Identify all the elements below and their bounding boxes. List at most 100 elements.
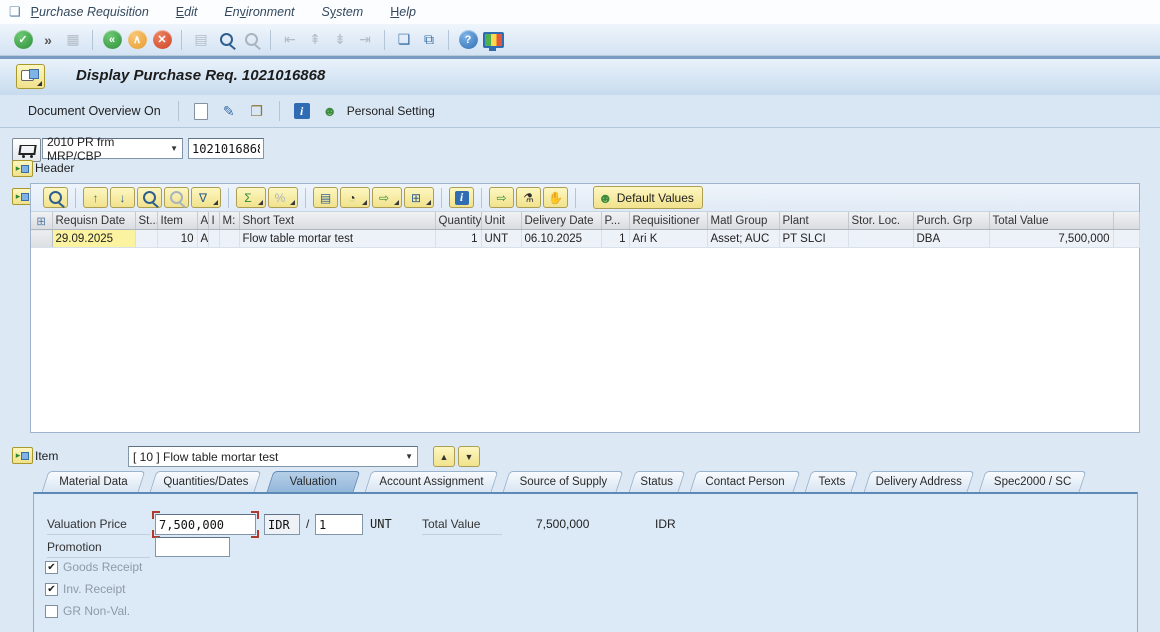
exit-button[interactable]: ∧ <box>126 29 148 51</box>
cell-i[interactable] <box>208 230 219 248</box>
layout-button[interactable]: ⊞ <box>404 187 434 208</box>
col-short-text[interactable]: Short Text <box>239 212 435 230</box>
item-expand-icon[interactable] <box>12 447 33 464</box>
save-icon[interactable]: ▦ <box>62 29 84 51</box>
tab-status[interactable]: Status <box>632 471 682 492</box>
cell-short-text[interactable]: Flow table mortar test <box>239 230 435 248</box>
currency-field[interactable] <box>264 514 300 535</box>
previous-page-icon[interactable]: ⇞ <box>304 29 326 51</box>
cell-unit[interactable]: UNT <box>481 230 521 248</box>
views-button[interactable]: ◔ <box>340 187 370 208</box>
col-a[interactable]: A <box>197 212 208 230</box>
document-number-field[interactable] <box>188 138 264 159</box>
find-next-button[interactable] <box>164 187 189 208</box>
item-dropdown[interactable]: [ 10 ] Flow table mortar test ▼ <box>128 446 418 467</box>
col-status[interactable]: St... <box>135 212 157 230</box>
col-stor-loc[interactable]: Stor. Loc. <box>848 212 913 230</box>
col-quantity[interactable]: Quantity <box>435 212 481 230</box>
tab-source-of-supply[interactable]: Source of Supply <box>506 471 620 492</box>
col-purch-grp[interactable]: Purch. Grp <box>913 212 989 230</box>
menu-system[interactable]: System <box>322 5 364 19</box>
cancel-button[interactable]: ✕ <box>151 29 173 51</box>
sort-ascending-button[interactable]: ↑ <box>83 187 108 208</box>
find-icon[interactable] <box>215 29 237 51</box>
export-button[interactable]: ⇨ <box>372 187 402 208</box>
goods-receipt-checkbox[interactable]: ✔ <box>45 561 58 574</box>
default-values-button[interactable]: ☻ Default Values <box>593 186 703 209</box>
col-unit[interactable]: Unit <box>481 212 521 230</box>
display-change-icon[interactable]: ✎ <box>218 100 240 122</box>
col-m[interactable]: M: <box>219 212 239 230</box>
details-button[interactable] <box>43 187 68 208</box>
new-session-icon[interactable]: ❏ <box>393 29 415 51</box>
window-control-icon[interactable]: ❏ <box>9 4 21 20</box>
print-icon[interactable]: ▤ <box>190 29 212 51</box>
document-type-dropdown[interactable]: 2010 PR frm MRP/CBP ▼ <box>42 138 183 159</box>
header-expand-icon[interactable] <box>12 160 33 177</box>
sort-descending-button[interactable]: ↓ <box>110 187 135 208</box>
row-select-cell[interactable] <box>31 230 52 248</box>
col-total-value[interactable]: Total Value <box>989 212 1113 230</box>
last-page-icon[interactable]: ⇥ <box>354 29 376 51</box>
col-delivery-date[interactable]: Delivery Date <box>521 212 601 230</box>
find-button[interactable] <box>137 187 162 208</box>
document-overview-button[interactable]: Document Overview On <box>28 104 161 118</box>
more-options-icon[interactable]: » <box>37 29 59 51</box>
grid-info-button[interactable]: i <box>449 187 474 208</box>
cell-total-value[interactable]: 7,500,000 <box>989 230 1113 248</box>
copy-icon[interactable]: ❐ <box>246 100 268 122</box>
tab-texts[interactable]: Texts <box>808 471 855 492</box>
cell-a[interactable]: A <box>197 230 208 248</box>
back-button[interactable]: « <box>101 29 123 51</box>
promotion-field[interactable] <box>155 537 230 557</box>
inv-receipt-checkbox[interactable]: ✔ <box>45 583 58 596</box>
menu-purchase-requisition[interactable]: Purchase Requisition <box>31 5 149 19</box>
personal-setting-button[interactable]: Personal Setting <box>347 104 435 118</box>
information-icon[interactable]: i <box>291 100 313 122</box>
transfer-button[interactable]: ⇨ <box>489 187 514 208</box>
tab-spec2000-sc[interactable]: Spec2000 / SC <box>982 471 1083 492</box>
gui-settings-icon[interactable] <box>482 29 504 51</box>
select-all-icon[interactable]: ⊞ <box>31 212 52 230</box>
tab-quantities-dates[interactable]: Quantities/Dates <box>153 471 258 492</box>
help-button[interactable]: ? <box>457 29 479 51</box>
col-requisitioner[interactable]: Requisitioner <box>629 212 707 230</box>
tab-delivery-address[interactable]: Delivery Address <box>867 471 971 492</box>
gr-non-val-checkbox[interactable] <box>45 605 58 618</box>
cell-quantity[interactable]: 1 <box>435 230 481 248</box>
hold-button[interactable]: ✋ <box>543 187 568 208</box>
price-unit-quantity-field[interactable] <box>315 514 363 535</box>
cell-matl-group[interactable]: Asset; AUC <box>707 230 779 248</box>
enter-button[interactable]: ✓ <box>12 29 34 51</box>
col-i[interactable]: I <box>208 212 219 230</box>
next-page-icon[interactable]: ⇟ <box>329 29 351 51</box>
col-p[interactable]: P... <box>601 212 629 230</box>
first-page-icon[interactable]: ⇤ <box>279 29 301 51</box>
cell-stor-loc[interactable] <box>848 230 913 248</box>
cell-plant[interactable]: PT SLCI <box>779 230 848 248</box>
create-shortcut-icon[interactable]: ⧉ <box>418 29 440 51</box>
cell-item[interactable]: 10 <box>157 230 197 248</box>
services-button[interactable]: ⚗ <box>516 187 541 208</box>
print-button[interactable]: ▤ <box>313 187 338 208</box>
valuation-price-field[interactable] <box>155 514 256 535</box>
cell-purch-grp[interactable]: DBA <box>913 230 989 248</box>
tab-material-data[interactable]: Material Data <box>45 471 142 492</box>
tab-valuation[interactable]: Valuation <box>270 471 357 492</box>
sum-button[interactable]: Σ <box>236 187 266 208</box>
subtotal-button[interactable]: % <box>268 187 298 208</box>
tab-contact-person[interactable]: Contact Person <box>693 471 797 492</box>
tab-account-assignment[interactable]: Account Assignment <box>368 471 495 492</box>
menu-edit[interactable]: Edit <box>176 5 198 19</box>
create-document-icon[interactable] <box>190 100 212 122</box>
services-for-object-icon[interactable] <box>16 64 45 89</box>
col-requisn-date[interactable]: Requisn Date <box>52 212 135 230</box>
cell-m[interactable] <box>219 230 239 248</box>
col-plant[interactable]: Plant <box>779 212 848 230</box>
cell-p[interactable]: 1 <box>601 230 629 248</box>
menu-help[interactable]: Help <box>390 5 416 19</box>
menu-environment[interactable]: Environment <box>224 5 294 19</box>
col-matl-group[interactable]: Matl Group <box>707 212 779 230</box>
cell-status[interactable] <box>135 230 157 248</box>
col-item[interactable]: Item <box>157 212 197 230</box>
